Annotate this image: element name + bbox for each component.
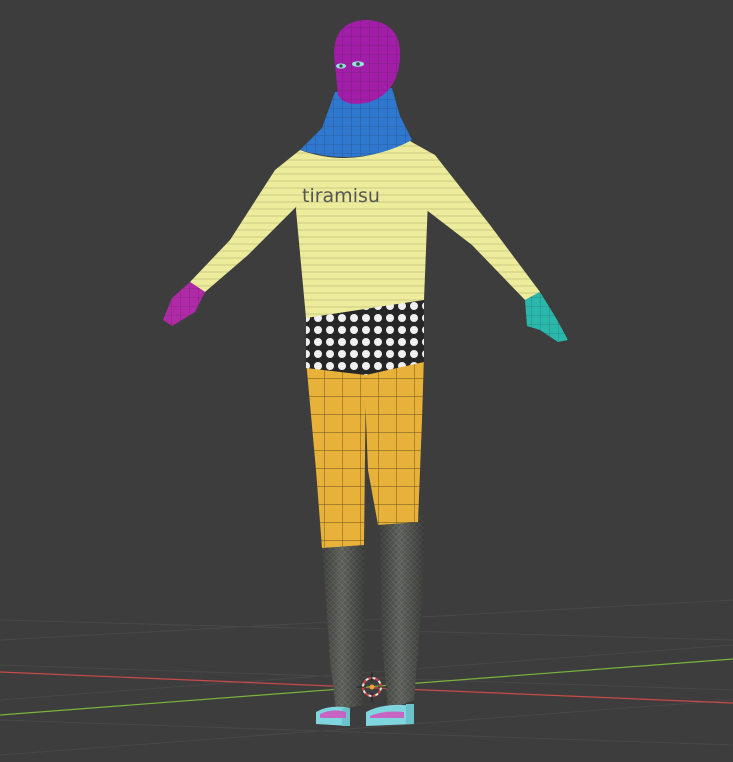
3d-viewport[interactable]: tiramisu <box>0 0 733 762</box>
legs[interactable] <box>306 355 424 548</box>
y-axis-line <box>0 658 733 716</box>
right-hand[interactable] <box>525 292 568 342</box>
left-hand[interactable] <box>163 282 205 326</box>
viewport-canvas: tiramisu <box>0 20 733 756</box>
shirt-text: tiramisu <box>302 185 380 207</box>
shirt[interactable]: tiramisu <box>296 140 428 318</box>
floor-grid <box>0 599 733 756</box>
soles[interactable] <box>316 704 414 726</box>
